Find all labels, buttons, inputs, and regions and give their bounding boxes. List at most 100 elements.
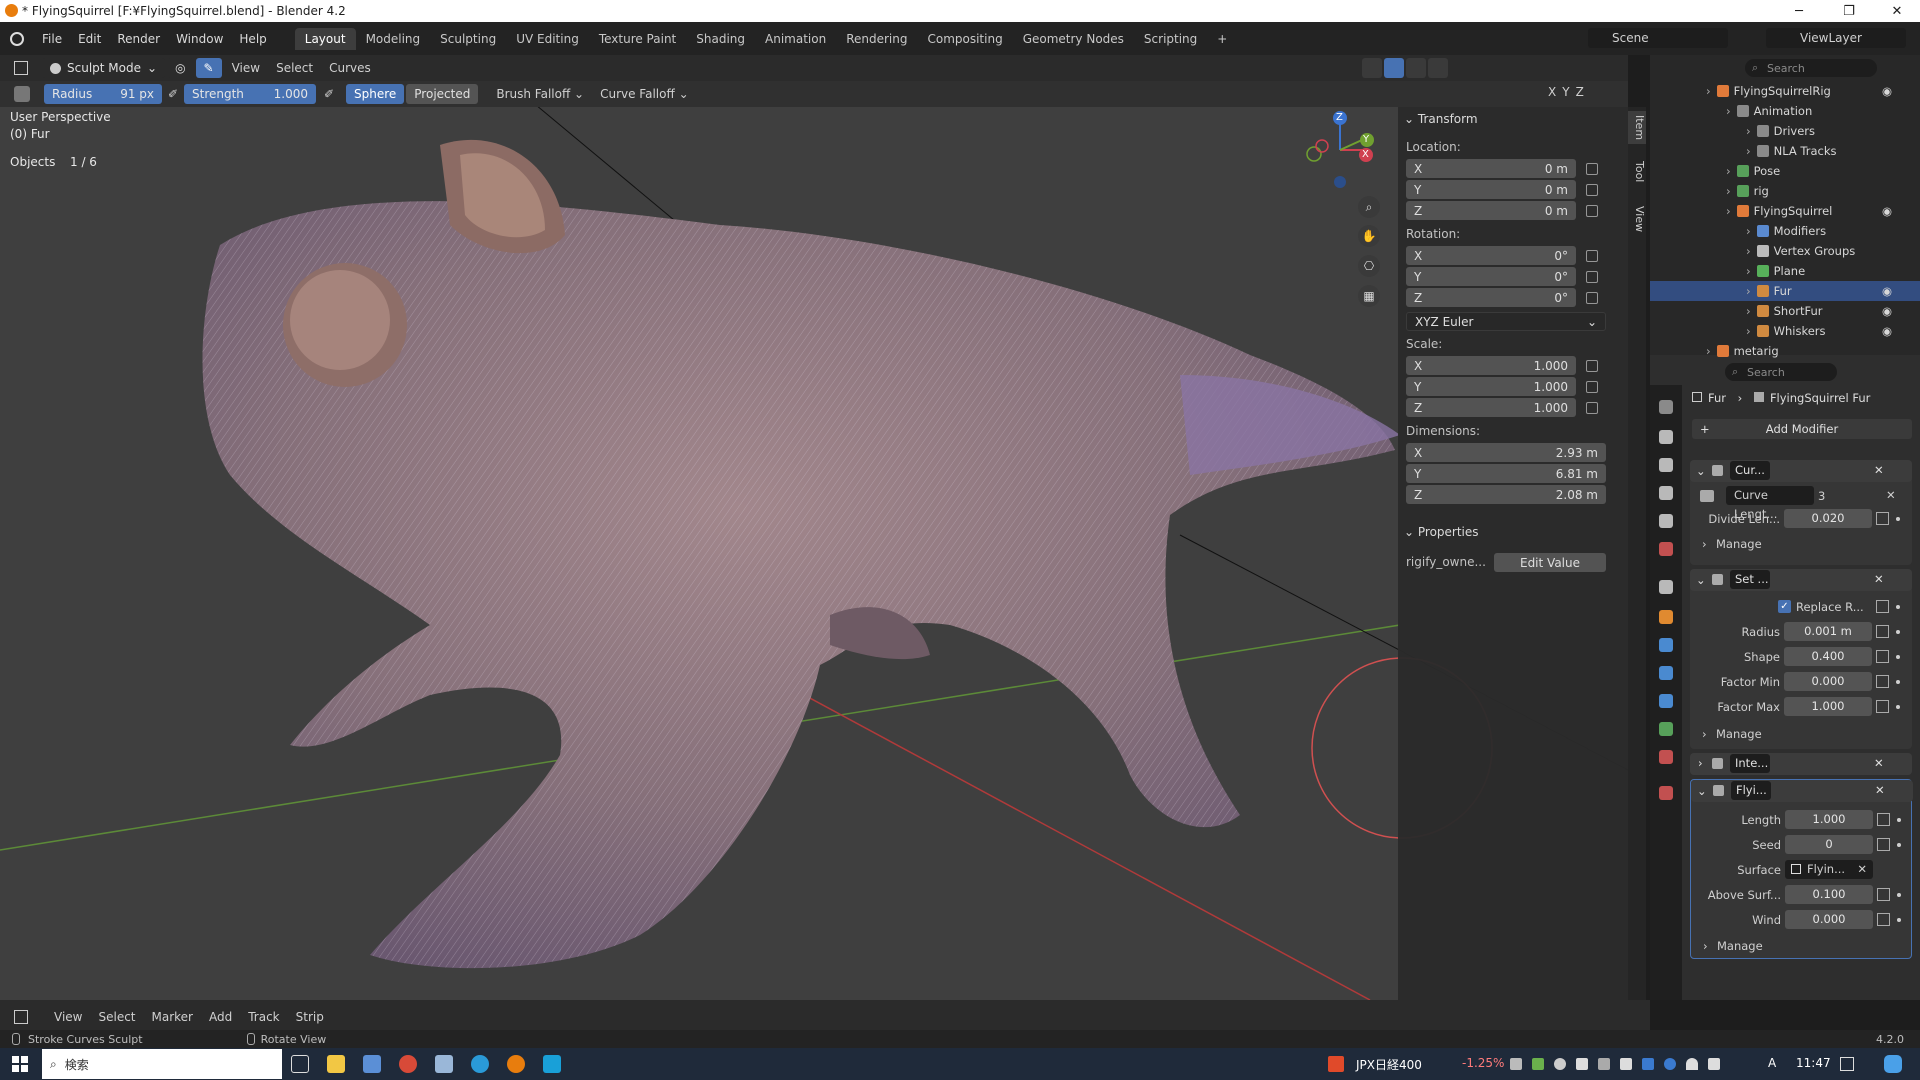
output-tab-icon[interactable] [1659,458,1673,472]
file-explorer-icon[interactable] [327,1055,345,1073]
close-icon[interactable]: ✕ [1874,572,1884,586]
unlink-icon[interactable]: ✕ [1886,488,1896,502]
modifier-header[interactable]: ⌄ Set ... ✕ [1690,569,1912,591]
add-modifier-button[interactable]: + Add Modifier [1692,419,1912,439]
modifier-header[interactable]: ⌄ Cur... ✕ [1690,460,1912,482]
expand-chevron-icon[interactable]: › [1746,144,1751,158]
strength-field[interactable]: Strength 1.000 [184,84,316,104]
collection-tab-icon[interactable] [1659,580,1673,594]
close-icon[interactable]: ✕ [1875,783,1885,797]
app-taskbar-icon[interactable] [543,1055,561,1073]
tab-geometry-nodes[interactable]: Geometry Nodes [1013,28,1134,50]
outliner-item[interactable]: › FlyingSquirrelRig ◉ [1650,81,1920,101]
replace-radius-checkbox[interactable]: ✓ [1778,600,1791,613]
data-tab-icon[interactable] [1659,722,1673,736]
expand-chevron-icon[interactable]: › [1726,164,1731,178]
keyframe-dot-icon[interactable] [1897,918,1901,922]
tab-animation[interactable]: Animation [755,28,836,50]
rendered-shading-icon[interactable] [1428,58,1448,78]
minimize-icon[interactable]: ─ [1776,0,1822,22]
expand-chevron-icon[interactable]: › [1746,224,1751,238]
timeline-menu-select[interactable]: Select [90,1010,143,1024]
menu-select[interactable]: Select [268,61,321,75]
timeline-menu-track[interactable]: Track [240,1010,287,1024]
keyframe-dot-icon[interactable] [1897,843,1901,847]
dimensions-z-field[interactable]: Z 2.08 m [1406,485,1606,504]
world-tab-icon[interactable] [1659,542,1673,556]
copilot-icon[interactable] [1884,1055,1902,1073]
sphere-toggle[interactable]: Sphere [346,84,405,104]
outliner-item[interactable]: › Drivers [1650,121,1920,141]
expand-chevron-icon[interactable]: › [1726,104,1731,118]
surface-object-field[interactable]: Flyin... ✕ [1785,860,1873,879]
tool-tab-icon[interactable] [1659,400,1673,414]
brush-edit-toggle[interactable]: ✎ [195,58,222,78]
expand-chevron-icon[interactable]: › [1746,244,1751,258]
clock[interactable]: 11:47 [1796,1056,1831,1070]
ime-indicator[interactable]: A [1768,1056,1776,1070]
camera-view-icon[interactable]: ⎔ [1358,255,1380,277]
lock-icon[interactable] [1586,360,1598,372]
tray-icon[interactable] [1532,1058,1544,1070]
viewport-3d[interactable] [0,55,1628,1000]
radius-field[interactable]: 0.001 m [1784,622,1872,641]
tray-icon[interactable] [1554,1058,1566,1070]
chevron-down-icon[interactable]: ⌄ [1697,784,1707,798]
taskbar-search-input[interactable]: ⌕ 検索 [42,1049,282,1079]
attribute-toggle-icon[interactable] [1877,813,1890,826]
blender-menu-icon[interactable] [10,31,24,46]
tray-icon[interactable] [1510,1058,1522,1070]
modifier-header[interactable]: ⌄ Flyi... ✕ [1691,780,1913,802]
tab-uv-editing[interactable]: UV Editing [506,28,589,50]
modifier-name-field[interactable]: Set ... [1730,570,1770,589]
solid-shading-icon[interactable] [1384,58,1404,78]
stock-name[interactable]: JPX日経400 [1356,1056,1422,1073]
tab-texture-paint[interactable]: Texture Paint [589,28,686,50]
navigation-gizmo[interactable]: Z X Y [1300,110,1380,190]
physics-tab-icon[interactable] [1659,694,1673,708]
manage-panel[interactable]: › Manage [1690,534,1912,554]
edit-value-button[interactable]: Edit Value [1494,553,1606,572]
node-group-field[interactable]: Curve Lengt... [1726,486,1814,521]
expand-chevron-icon[interactable]: › [1746,304,1751,318]
symmetry-toggle[interactable]: ◎ [167,58,194,78]
view-layer-selector[interactable]: ViewLayer [1766,28,1906,48]
seed-field[interactable]: 0 [1785,835,1873,854]
visibility-eye-icon[interactable]: ◉ [1882,304,1892,318]
wireframe-shading-icon[interactable] [1362,58,1382,78]
menu-file[interactable]: File [34,32,70,46]
sidebar-tab-tool[interactable]: Tool [1628,157,1646,186]
timeline-menu-view[interactable]: View [46,1010,90,1024]
stock-widget-icon[interactable] [1328,1056,1344,1072]
outliner-item[interactable]: › rig [1650,181,1920,201]
lock-icon[interactable] [1586,250,1598,262]
timeline-menu-strip[interactable]: Strip [288,1010,332,1024]
clear-icon[interactable]: ✕ [1857,860,1867,879]
keyframe-dot-icon[interactable] [1897,818,1901,822]
attribute-toggle-icon[interactable] [1876,600,1889,613]
tab-shading[interactable]: Shading [686,28,755,50]
menu-view[interactable]: View [224,61,268,75]
bluetooth-icon[interactable] [1664,1058,1676,1070]
radius-pressure-icon[interactable]: ✐ [164,87,182,101]
tray-icon[interactable] [1642,1058,1654,1070]
tab-compositing[interactable]: Compositing [917,28,1012,50]
scale-x-field[interactable]: X 1.000 [1406,356,1576,375]
scene-tab-icon[interactable] [1659,514,1673,528]
rotation-mode-dropdown[interactable]: XYZ Euler ⌄ [1406,312,1606,331]
axis-y-toggle[interactable]: Y [1562,85,1569,99]
expand-chevron-icon[interactable]: › [1746,124,1751,138]
edge-icon[interactable] [471,1055,489,1073]
store-icon[interactable] [363,1055,381,1073]
tab-layout[interactable]: Layout [294,27,356,50]
menu-render[interactable]: Render [109,32,168,46]
keyframe-dot-icon[interactable] [1896,655,1900,659]
outliner-item[interactable]: › Pose [1650,161,1920,181]
visibility-eye-icon[interactable]: ◉ [1882,324,1892,338]
pan-hand-icon[interactable]: ✋ [1358,225,1380,247]
properties-panel-header[interactable]: ⌄ Properties [1398,525,1479,539]
notepad-icon[interactable] [435,1055,453,1073]
wind-field[interactable]: 0.000 [1785,910,1873,929]
wifi-icon[interactable] [1686,1058,1698,1070]
attribute-toggle-icon[interactable] [1877,838,1890,851]
